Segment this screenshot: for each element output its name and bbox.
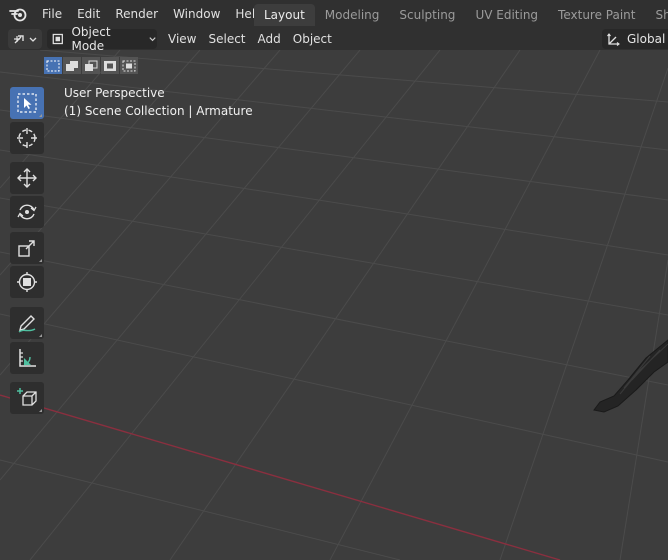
editor-type-icon [14,35,37,44]
blender-logo-icon[interactable] [0,0,36,28]
tab-layout[interactable]: Layout [254,4,315,26]
menu-add[interactable]: Add [252,28,287,50]
editor-type-button[interactable] [8,29,42,49]
cursor-icon [17,128,37,148]
select-box-icon [17,93,37,113]
object-mode-icon [52,33,63,45]
tool-cursor[interactable] [10,122,44,154]
armature-mesh[interactable] [593,339,668,413]
tool-add-cube[interactable] [10,382,44,414]
annotate-icon [18,315,36,333]
select-new-button[interactable] [44,57,62,74]
select-invert-button[interactable] [101,57,119,74]
tool-rotate[interactable] [10,196,44,228]
tab-uv-editing[interactable]: UV Editing [465,4,548,26]
top-menubar: File Edit Render Window Help Layout Mode… [0,0,668,28]
select-extend-button[interactable] [63,57,81,74]
select-subtract-icon [85,60,98,71]
mode-dropdown[interactable]: Object Mode [47,25,157,53]
selection-mode-buttons [44,57,139,74]
tool-annotate[interactable] [10,307,44,339]
menu-view[interactable]: View [162,28,202,50]
select-new-icon [46,60,60,71]
viewport-perspective-label: User Perspective [64,86,165,100]
tool-move[interactable] [10,162,44,194]
orientation-icon [607,33,620,46]
mode-label: Object Mode [71,25,111,53]
rotate-icon [17,204,37,220]
workspace-tabs: Layout Modeling Sculpting UV Editing Tex… [254,4,668,26]
transform-orientation-dropdown[interactable]: Global [602,29,668,49]
select-intersect-button[interactable] [120,57,138,74]
3d-viewport[interactable]: User Perspective (1) Scene Collection | … [0,50,668,560]
transform-icon [17,272,37,292]
orientation-label: Global [627,32,666,46]
select-subtract-button[interactable] [82,57,100,74]
tab-texture-paint[interactable]: Texture Paint [548,4,645,26]
menu-file[interactable]: File [36,0,71,28]
chevron-down-icon [149,37,156,42]
menu-render[interactable]: Render [109,0,167,28]
move-icon [17,168,37,188]
blender-window: File Edit Render Window Help Layout Mode… [0,0,668,560]
tool-measure[interactable] [10,342,44,374]
viewport-grid [0,50,668,560]
main-menu: File Edit Render Window Help [36,0,272,28]
tab-shading[interactable]: Shading [645,4,668,26]
menu-select[interactable]: Select [202,28,251,50]
measure-icon [19,349,36,367]
menu-object[interactable]: Object [287,28,338,50]
tool-select-box[interactable] [10,87,44,119]
viewport-header: Object Mode View Select Add Object Globa… [0,25,668,53]
menu-window[interactable]: Window [167,0,229,28]
tab-sculpting[interactable]: Sculpting [389,4,465,26]
viewport-collection-label: (1) Scene Collection | Armature [64,104,253,118]
menu-edit[interactable]: Edit [71,0,109,28]
tab-modeling[interactable]: Modeling [315,4,390,26]
tool-scale[interactable] [10,232,44,264]
add-cube-icon [17,388,37,406]
select-invert-icon [104,60,116,71]
viewport-menu: View Select Add Object [162,28,338,50]
select-extend-icon [66,60,78,71]
scale-icon [18,240,35,257]
select-intersect-icon [122,60,136,71]
tool-transform[interactable] [10,266,44,298]
